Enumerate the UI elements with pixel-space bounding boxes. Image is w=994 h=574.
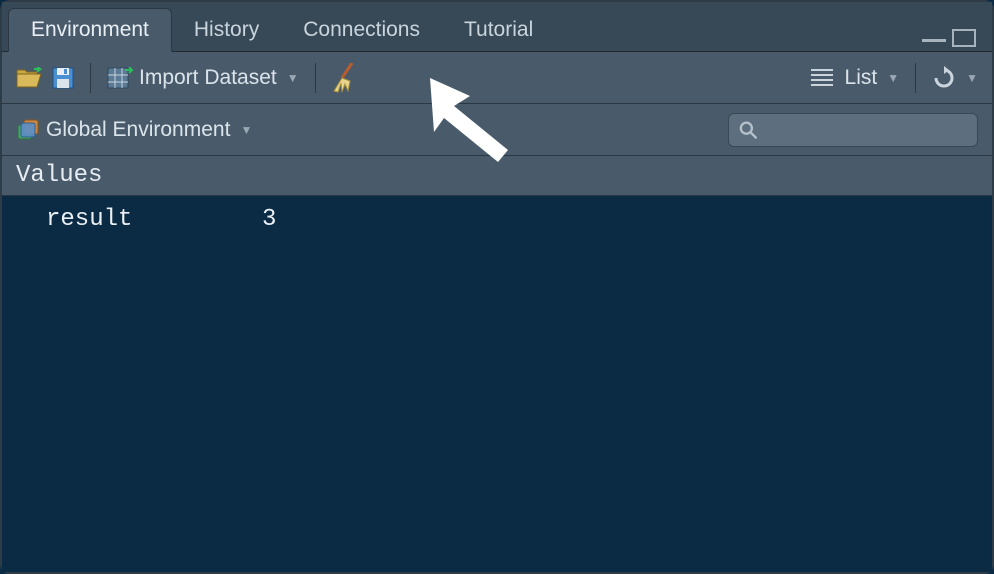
view-mode-label: List [845,66,878,90]
broom-icon [332,63,358,93]
environments-stack-icon [16,119,40,141]
toolbar-separator [90,63,91,93]
chevron-down-icon: ▼ [966,71,978,85]
list-lines-icon [811,69,833,86]
chevron-down-icon: ▼ [887,71,899,85]
search-icon [739,120,757,140]
refresh-icon [932,66,956,90]
tab-tutorial[interactable]: Tutorial [442,8,555,52]
window-controls [922,29,986,51]
scope-row: Global Environment ▼ [2,104,992,156]
toolbar-separator-2 [315,63,316,93]
chevron-down-icon: ▼ [240,123,252,137]
environment-scope-label: Global Environment [46,118,230,142]
save-button[interactable] [52,67,74,89]
open-file-button[interactable] [16,67,42,89]
clear-workspace-button[interactable] [332,63,358,93]
values-section-label: Values [16,162,102,189]
toolbar-separator-3 [915,63,916,93]
grid-import-icon [107,67,133,89]
import-dataset-label: Import Dataset [139,66,277,90]
tab-environment-label: Environment [31,18,149,42]
search-box[interactable] [728,113,978,147]
environment-panel: Environment History Connections Tutorial [0,0,994,574]
tab-connections[interactable]: Connections [281,8,442,52]
environment-data-area: result 3 [2,196,992,572]
search-input[interactable] [757,119,967,140]
chevron-down-icon: ▼ [287,71,299,85]
tab-connections-label: Connections [303,18,420,42]
tabs-row: Environment History Connections Tutorial [2,2,992,52]
import-dataset-button[interactable]: Import Dataset ▼ [107,66,299,90]
maximize-icon[interactable] [952,29,976,47]
tab-history-label: History [194,18,259,42]
values-section-header: Values [2,156,992,196]
tab-tutorial-label: Tutorial [464,18,533,42]
folder-open-icon [16,67,42,89]
tab-history[interactable]: History [172,8,281,52]
minimize-icon[interactable] [922,34,946,42]
tab-environment[interactable]: Environment [8,8,172,52]
floppy-disk-icon [52,67,74,89]
view-mode-button[interactable]: List ▼ [811,66,900,90]
env-row-name: result [2,206,262,233]
env-row[interactable]: result 3 [2,204,992,235]
refresh-button[interactable]: ▼ [932,66,978,90]
environment-scope-button[interactable]: Global Environment ▼ [16,118,252,142]
env-row-value: 3 [262,206,992,233]
toolbar: Import Dataset ▼ List ▼ ▼ [2,52,992,104]
